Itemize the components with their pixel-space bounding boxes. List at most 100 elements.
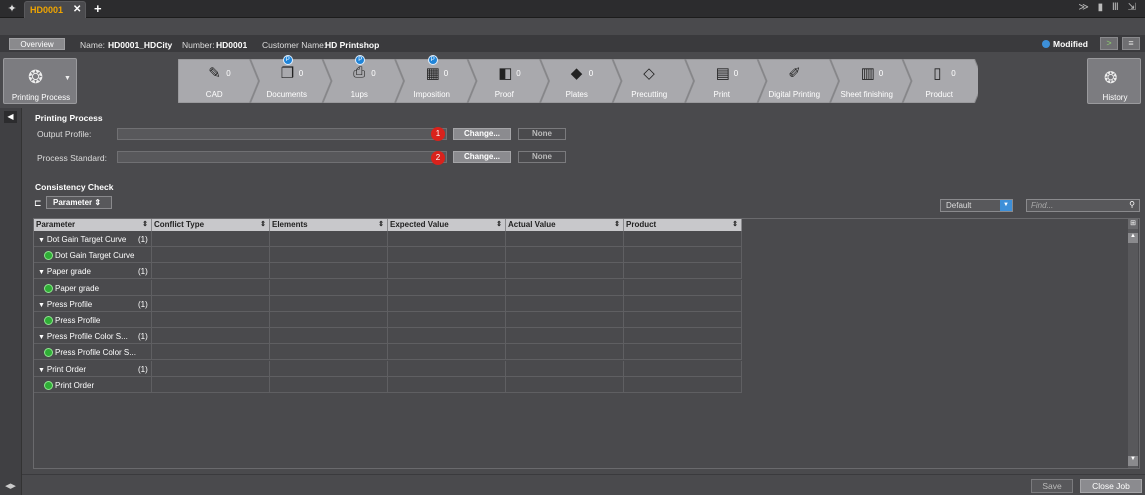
table-cell xyxy=(506,344,624,361)
sort-icon[interactable]: ⇕ xyxy=(260,219,266,231)
table-cell xyxy=(624,295,742,312)
badge-1: 1 xyxy=(431,127,445,141)
column-header-actual-value[interactable]: Actual Value ⇕ xyxy=(506,219,624,231)
printing-process-button[interactable]: ❂ ▼ Printing Process xyxy=(3,58,77,104)
workflow-step-documents[interactable]: ❐ 0 P Documents xyxy=(251,55,324,103)
output-profile-none-button[interactable]: None xyxy=(518,128,566,140)
output-profile-field[interactable] xyxy=(117,128,447,140)
table-row[interactable]: Print Order xyxy=(34,376,742,393)
history-button[interactable]: ❂ History xyxy=(1087,58,1141,104)
window-controls-icons[interactable]: ≫ ▮ Ⅲ ⇲ xyxy=(1078,2,1139,13)
table-row[interactable]: ▼ Press Profile Color S... (1) xyxy=(34,328,742,345)
column-header-product[interactable]: Product ⇕ xyxy=(624,219,742,231)
group-by-value: Parameter xyxy=(53,198,93,207)
group-by-select[interactable]: Parameter ⇕ xyxy=(46,196,112,209)
workflow-step-plates[interactable]: ◆ 0 Plates xyxy=(541,59,614,103)
name-label: Name: xyxy=(80,40,106,50)
group-label: ▼ Press Profile Color S... (1) xyxy=(38,332,148,342)
expand-arrow-icon[interactable]: ▼ xyxy=(38,302,47,309)
printing-process-title: Printing Process xyxy=(35,113,103,123)
expand-arrow-icon[interactable]: ▼ xyxy=(38,269,47,276)
item-name: Press Profile Color S... xyxy=(55,348,136,358)
item-name: Dot Gain Target Curve xyxy=(55,251,135,261)
output-profile-change-button[interactable]: Change... xyxy=(453,128,511,140)
column-header-conflict-type[interactable]: Conflict Type ⇕ xyxy=(152,219,270,231)
sort-icon[interactable]: ⇕ xyxy=(142,219,148,231)
precutting-icon: ◇ xyxy=(643,65,655,82)
app-logo-icon[interactable]: ✦ xyxy=(4,2,20,16)
number-value: HD0001 xyxy=(216,40,248,50)
process-standard-field[interactable] xyxy=(117,151,447,163)
workflow-step-proof[interactable]: ◧ 0 Proof xyxy=(468,59,541,103)
group-name: Press Profile xyxy=(46,299,93,309)
step-count: 0 xyxy=(733,69,739,78)
column-header-elements[interactable]: Elements ⇕ xyxy=(270,219,388,231)
table-row[interactable]: Press Profile xyxy=(34,312,742,328)
table-row[interactable]: ▼ Print Order (1) xyxy=(34,360,742,377)
sort-icon[interactable]: ⇕ xyxy=(732,219,738,231)
menu-icon[interactable]: ≡ xyxy=(1122,37,1140,50)
sort-icon[interactable]: ⇕ xyxy=(496,219,502,231)
table-row[interactable]: Paper grade xyxy=(34,279,742,296)
run-icon[interactable]: > xyxy=(1100,37,1118,50)
search-icon[interactable]: ⚲ xyxy=(1129,200,1135,209)
column-header-expected-value[interactable]: Expected Value ⇕ xyxy=(388,219,506,231)
save-button[interactable]: Save xyxy=(1031,479,1073,493)
workflow-step-sheet-finishing[interactable]: ▥ 0 Sheet finishing xyxy=(831,59,904,103)
scroll-up-icon[interactable]: ▲ xyxy=(1128,233,1138,243)
workflow-step-print[interactable]: ▤ 0 Print xyxy=(686,59,759,103)
overview-button[interactable]: Overview xyxy=(9,38,65,50)
workflow-step-product[interactable]: ▯ 0 Product xyxy=(903,59,976,103)
column-chooser-icon[interactable]: ⊞ xyxy=(1128,219,1138,229)
process-standard-change-button[interactable]: Change... xyxy=(453,151,511,163)
workflow-step-precutting[interactable]: ◇ Precutting xyxy=(613,59,686,103)
table-cell xyxy=(152,344,270,361)
table-cell xyxy=(388,231,506,247)
filter-value: Default xyxy=(946,201,972,210)
job-tab-title[interactable]: HD0001 xyxy=(30,5,63,15)
workflow-step-digital-printing[interactable]: ✐ Digital Printing xyxy=(758,59,831,103)
step-label: Sheet finishing xyxy=(840,90,893,99)
workflow-step-cad[interactable]: ✎ 0 CAD xyxy=(178,59,251,103)
sort-icon[interactable]: ⇕ xyxy=(378,219,384,231)
proof-icon: ◧ xyxy=(498,65,513,82)
close-tab-icon[interactable]: ✕ xyxy=(73,4,81,15)
scroll-down-icon[interactable]: ▼ xyxy=(1128,456,1138,466)
table-cell xyxy=(152,231,270,247)
expand-arrow-icon[interactable]: ▼ xyxy=(38,367,47,374)
table-row[interactable]: ▼ Dot Gain Target Curve (1) xyxy=(34,231,742,247)
group-icon[interactable]: ⊏ xyxy=(34,198,42,209)
table-row[interactable]: Press Profile Color S... xyxy=(34,344,742,361)
filter-select[interactable]: Default ▼ xyxy=(940,199,1013,212)
table-cell xyxy=(624,344,742,361)
table-row[interactable]: ▼ Paper grade (1) xyxy=(34,263,742,280)
product-icon: ▯ xyxy=(933,65,942,82)
table-cell xyxy=(152,328,270,345)
group-name: Press Profile Color S... xyxy=(46,332,128,342)
find-input[interactable]: Find... ⚲ xyxy=(1026,199,1140,212)
expand-arrow-icon[interactable]: ▼ xyxy=(38,237,47,244)
workflow-step-1ups[interactable]: ⎙ 0 P 1ups xyxy=(323,55,396,103)
job-tab[interactable]: HD0001 ✕ xyxy=(24,1,86,18)
expand-panel-icon[interactable]: ◀▶ xyxy=(4,482,17,492)
group-count: (1) xyxy=(138,235,148,244)
group-name: Print Order xyxy=(46,364,86,374)
close-job-button[interactable]: Close Job xyxy=(1080,479,1142,493)
workflow-step-imposition[interactable]: ▦ 0 P Imposition xyxy=(396,55,469,103)
process-standard-none-button[interactable]: None xyxy=(518,151,566,163)
step-status-icon: P xyxy=(282,55,293,65)
chevron-down-icon[interactable]: ▼ xyxy=(1000,200,1012,211)
expand-arrow-icon[interactable]: ▼ xyxy=(38,334,47,341)
collapse-panel-icon[interactable]: ◀ xyxy=(4,111,17,123)
item-name: Print Order xyxy=(55,380,95,390)
job-info-bar: Overview Name: HD0001_HDCity Number: HD0… xyxy=(0,35,1145,52)
table-cell xyxy=(152,312,270,328)
add-tab-button[interactable]: + xyxy=(94,1,102,16)
column-header-parameter[interactable]: Parameter ⇕ xyxy=(34,219,152,231)
sort-icon[interactable]: ⇕ xyxy=(614,219,620,231)
item-name: Paper grade xyxy=(55,283,100,293)
vertical-scrollbar[interactable]: ⊞ ▲ ▼ xyxy=(1128,219,1138,468)
chevron-down-icon[interactable]: ▼ xyxy=(64,75,71,82)
table-row[interactable]: Dot Gain Target Curve xyxy=(34,247,742,264)
table-row[interactable]: ▼ Press Profile (1) xyxy=(34,295,742,312)
